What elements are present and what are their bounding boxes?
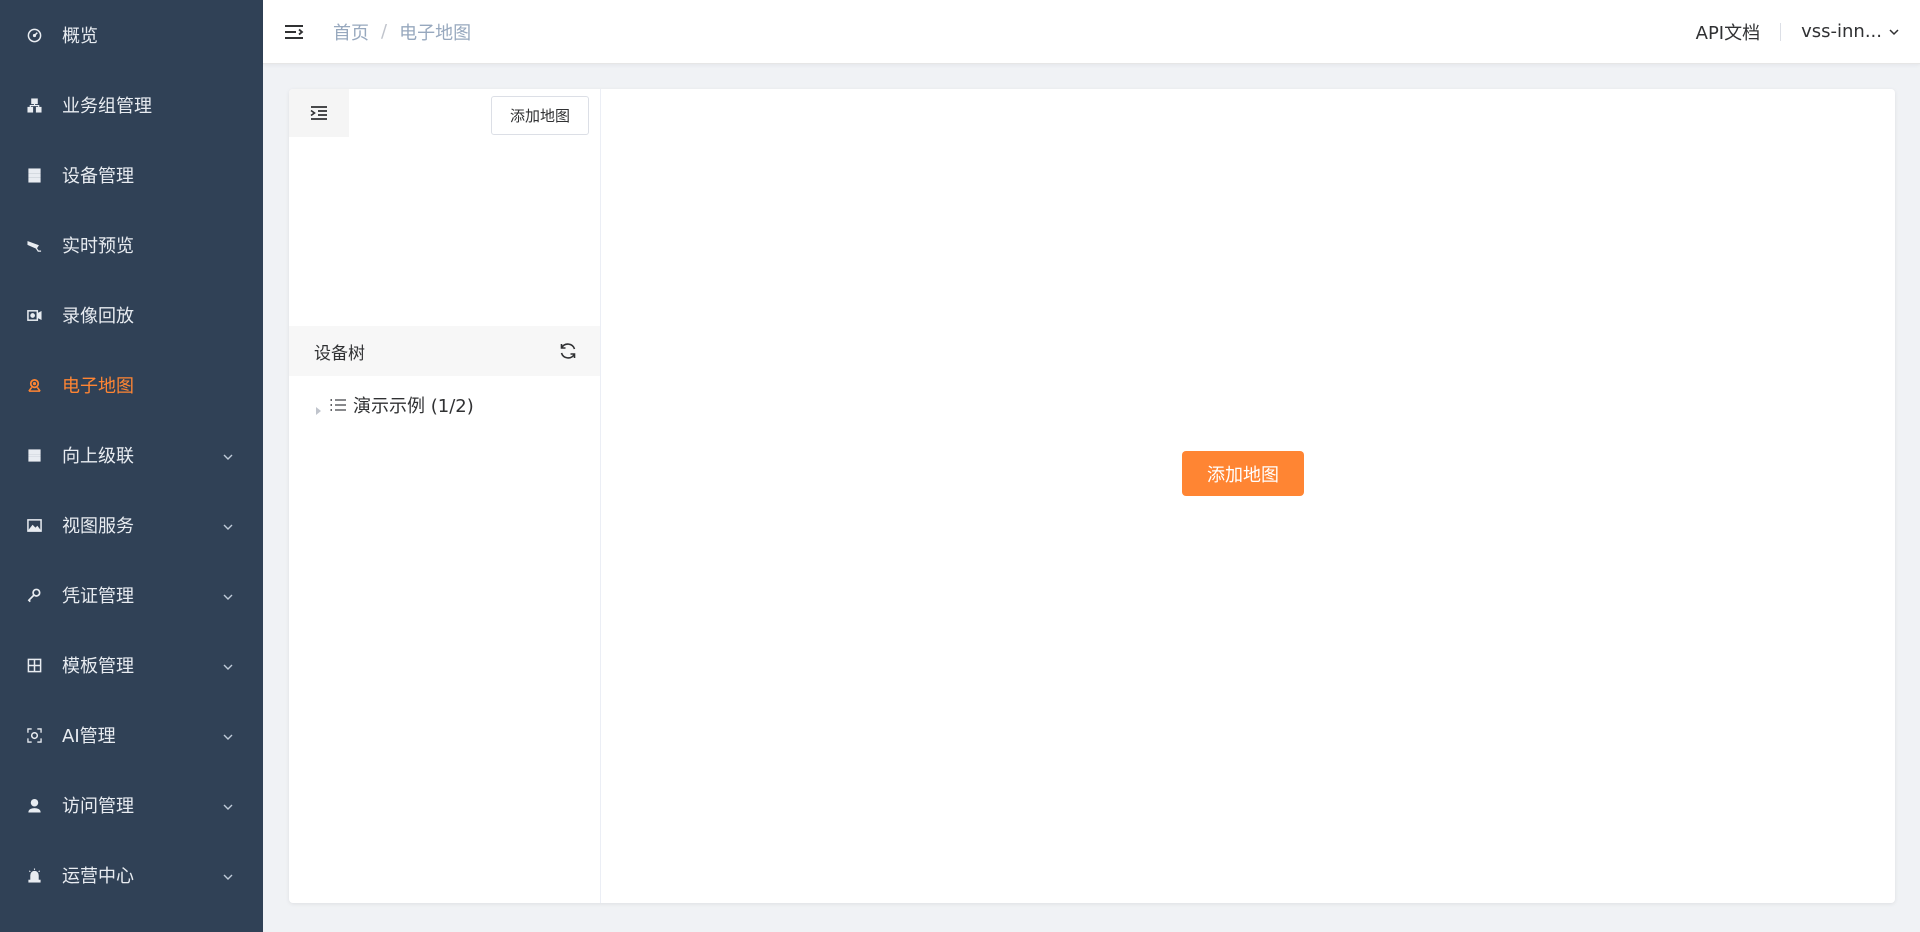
chevron-down-icon — [221, 448, 235, 462]
left-panel: 添加地图 设备树 演示示例 (1/2) — [289, 89, 601, 903]
sidebar-item-label: 实时预览 — [62, 236, 134, 257]
map-area: 添加地图 — [601, 89, 1895, 903]
chevron-down-icon — [221, 658, 235, 672]
sidebar-item-ai[interactable]: AI管理 — [0, 700, 263, 770]
sidebar-item-credentials[interactable]: 凭证管理 — [0, 560, 263, 630]
chevron-down-icon — [221, 728, 235, 742]
sidebar-item-label: 运营中心 — [62, 866, 134, 887]
sidebar-item-access[interactable]: 访问管理 — [0, 770, 263, 840]
cascade-icon — [25, 446, 43, 464]
sidebar-item-operations[interactable]: 运营中心 — [0, 840, 263, 910]
sidebar-item-label: 模板管理 — [62, 656, 134, 677]
sidebar-item-label: AI管理 — [62, 726, 116, 747]
user-icon — [25, 796, 43, 814]
camera-live-icon — [25, 236, 43, 254]
sidebar-item-view-service[interactable]: 视图服务 — [0, 490, 263, 560]
map-card: 添加地图 设备树 演示示例 (1/2) 添加地图 — [289, 89, 1895, 903]
sidebar-item-devices[interactable]: 设备管理 — [0, 140, 263, 210]
api-docs-link[interactable]: API文档 — [1696, 19, 1760, 45]
chevron-down-icon — [221, 798, 235, 812]
sidebar-item-templates[interactable]: 模板管理 — [0, 630, 263, 700]
chevron-down-icon — [221, 518, 235, 532]
breadcrumb: 首页 / 电子地图 — [333, 19, 471, 45]
sidebar: 概览 业务组管理 设备管理 实时预览 录像回放 电子地图 向上级联 视图服务 凭… — [0, 0, 263, 932]
device-tree-header: 设备树 — [289, 326, 600, 376]
indent-toggle-button[interactable] — [289, 89, 349, 137]
divider — [1780, 22, 1782, 41]
sidebar-item-label: 概览 — [62, 26, 98, 47]
server-icon — [25, 166, 43, 184]
indent-icon — [310, 106, 327, 120]
chevron-down-icon — [1889, 28, 1899, 35]
user-dropdown[interactable]: vss-inn... — [1801, 21, 1900, 42]
sidebar-item-label: 设备管理 — [62, 166, 134, 187]
video-record-icon — [25, 306, 43, 324]
user-name: vss-inn... — [1801, 21, 1882, 42]
sidebar-item-label: 凭证管理 — [62, 586, 134, 607]
dashboard-icon — [25, 26, 43, 44]
breadcrumb-home[interactable]: 首页 — [333, 19, 369, 45]
key-icon — [25, 586, 43, 604]
sidebar-item-playback[interactable]: 录像回放 — [0, 280, 263, 350]
tree-node-label: 演示示例 (1/2) — [353, 396, 474, 417]
sidebar-item-live-preview[interactable]: 实时预览 — [0, 210, 263, 280]
sidebar-item-overview[interactable]: 概览 — [0, 0, 263, 70]
map-pin-icon — [25, 376, 43, 394]
sidebar-item-cascade[interactable]: 向上级联 — [0, 420, 263, 490]
caret-right-icon[interactable] — [313, 400, 323, 415]
chevron-down-icon — [221, 868, 235, 882]
device-tree-title: 设备树 — [314, 343, 365, 364]
refresh-icon[interactable] — [558, 341, 578, 361]
chevron-down-icon — [221, 588, 235, 602]
tree-node[interactable]: 演示示例 (1/2) — [289, 376, 600, 434]
sidebar-item-e-map[interactable]: 电子地图 — [0, 350, 263, 420]
alarm-icon — [25, 866, 43, 884]
breadcrumb-current: 电子地图 — [399, 22, 472, 44]
sidebar-item-label: 访问管理 — [62, 796, 134, 817]
breadcrumb-separator: / — [381, 21, 388, 42]
menu-fold-icon[interactable] — [283, 21, 305, 43]
image-icon — [25, 516, 43, 534]
org-tree-icon — [25, 96, 43, 114]
add-map-button-small[interactable]: 添加地图 — [490, 96, 589, 135]
add-map-button[interactable]: 添加地图 — [1182, 451, 1304, 496]
sidebar-item-label: 电子地图 — [62, 376, 134, 397]
topbar: 首页 / 电子地图 API文档 vss-inn... — [263, 0, 1920, 64]
sidebar-item-label: 业务组管理 — [62, 96, 152, 117]
sidebar-item-label: 视图服务 — [62, 516, 134, 537]
sidebar-item-label: 录像回放 — [62, 306, 134, 327]
grid-icon — [25, 656, 43, 674]
sidebar-item-label: 向上级联 — [62, 446, 134, 467]
ai-scan-icon — [25, 726, 43, 744]
sidebar-item-business-group[interactable]: 业务组管理 — [0, 70, 263, 140]
list-icon — [329, 396, 347, 414]
